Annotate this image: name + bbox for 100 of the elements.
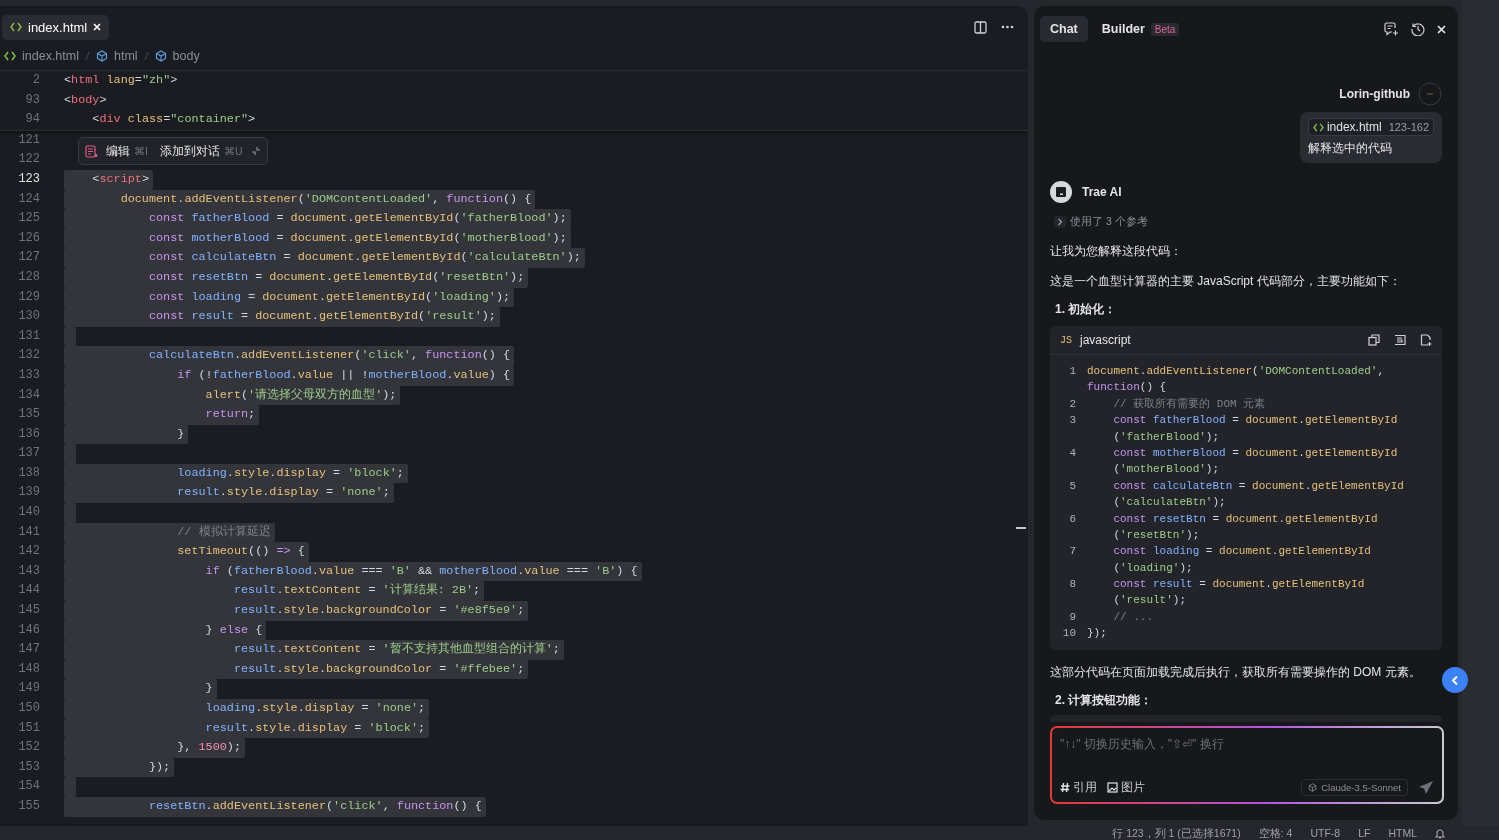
separator-icon bbox=[143, 51, 149, 61]
user-message: 解释选中的代码 bbox=[1307, 140, 1393, 157]
close-icon[interactable] bbox=[1437, 24, 1446, 34]
line-number: 132 bbox=[17, 347, 41, 365]
line-number: 126 bbox=[17, 229, 41, 247]
code-icon bbox=[10, 22, 22, 32]
code-line: ('loading'); bbox=[1112, 560, 1193, 576]
code-line: const loading = document.getElementById bbox=[1112, 544, 1371, 560]
more-icon[interactable] bbox=[1001, 25, 1014, 29]
model-selector[interactable]: Claude-3.5-Sonnet bbox=[1301, 779, 1408, 796]
code-line: const result = document.getElementById bbox=[1112, 577, 1365, 593]
split-editor-icon[interactable] bbox=[974, 20, 987, 34]
line-number: 131 bbox=[17, 327, 41, 345]
line-number: 4 bbox=[1068, 445, 1077, 461]
line-number: 124 bbox=[17, 190, 41, 208]
line-number: 140 bbox=[17, 504, 41, 522]
line-number: 139 bbox=[17, 484, 41, 502]
line-number: 135 bbox=[17, 406, 41, 424]
message-paragraph: 让我为您解释这段代码： bbox=[1050, 243, 1183, 259]
code-line: ('fatherBlood'); bbox=[1112, 429, 1220, 445]
line-number: 138 bbox=[17, 464, 41, 482]
copy-icon[interactable] bbox=[1368, 334, 1380, 346]
message-paragraph: 这是一个血型计算器的主要 JavaScript 代码部分，主要功能如下： bbox=[1050, 273, 1402, 289]
hash-icon bbox=[1060, 782, 1070, 793]
breadcrumb-item[interactable]: body bbox=[172, 49, 200, 63]
line-number: 149 bbox=[17, 680, 41, 698]
separator-icon bbox=[85, 51, 90, 61]
line-number: 6 bbox=[1068, 511, 1077, 527]
code-line: }); bbox=[1087, 626, 1107, 642]
popup-action-button[interactable]: 添加到对话 ⌘U bbox=[155, 142, 247, 160]
code-icon bbox=[4, 51, 16, 61]
line-number: 94 bbox=[24, 111, 41, 129]
chat-tab[interactable]: Builder Beta bbox=[1091, 16, 1190, 42]
editor-tab[interactable]: index.html bbox=[2, 14, 110, 40]
line-number: 145 bbox=[17, 602, 41, 620]
line-number: 151 bbox=[17, 719, 41, 737]
line-number: 148 bbox=[17, 660, 41, 678]
breadcrumb-item[interactable]: index.html bbox=[22, 49, 79, 63]
popup-action-button[interactable]: 编辑 ⌘I bbox=[102, 142, 152, 160]
section-heading: 2. 计算按钮功能： bbox=[1054, 691, 1154, 709]
line-number: 130 bbox=[17, 308, 41, 326]
chat-tab[interactable]: Chat bbox=[1040, 16, 1088, 42]
status-item[interactable]: UTF-8 bbox=[1310, 826, 1341, 840]
code-line: ('motherBlood'); bbox=[1112, 462, 1220, 478]
code-line: const resetBtn = document.getElementById bbox=[1112, 511, 1378, 527]
file-reference-chip[interactable]: index.html 123-162 bbox=[1307, 118, 1434, 136]
message-paragraph: 这部分代码在页面加载完成后执行，获取所有需要操作的 DOM 元素。 bbox=[1050, 663, 1422, 680]
code-line: ('resetBtn'); bbox=[1112, 527, 1200, 543]
references-toggle[interactable]: 使用了 3 个参考 bbox=[1050, 215, 1152, 229]
section-heading: 1. 初始化： bbox=[1054, 301, 1118, 318]
code-line: // 获取所有需要的 DOM 元素 bbox=[1112, 396, 1266, 412]
image-button[interactable]: 图片 bbox=[1107, 779, 1145, 796]
avatar bbox=[1418, 82, 1442, 106]
code-line: function() { bbox=[1087, 380, 1167, 396]
breadcrumb-item[interactable]: html bbox=[114, 49, 138, 63]
line-number: 123 bbox=[17, 170, 41, 188]
status-item[interactable]: HTML bbox=[1388, 826, 1417, 840]
bell-icon[interactable] bbox=[1435, 828, 1445, 839]
chevron-left-icon bbox=[1451, 674, 1459, 686]
send-icon[interactable] bbox=[1418, 780, 1434, 795]
line-number: 133 bbox=[17, 366, 41, 384]
line-number: 147 bbox=[17, 641, 41, 659]
line-number: 1 bbox=[1068, 364, 1077, 379]
line-number: 153 bbox=[17, 758, 41, 776]
code-line: ('result'); bbox=[1112, 593, 1187, 609]
code-line: const fatherBlood = document.getElementById bbox=[1112, 413, 1398, 429]
line-number: 3 bbox=[1068, 413, 1077, 429]
assistant-avatar bbox=[1050, 181, 1072, 203]
new-file-icon[interactable] bbox=[1420, 334, 1432, 346]
beta-badge: Beta bbox=[1150, 22, 1180, 36]
line-number: 7 bbox=[1068, 544, 1077, 560]
scrollbar-marker bbox=[1016, 527, 1026, 529]
line-number: 141 bbox=[17, 523, 41, 541]
line-number: 5 bbox=[1068, 478, 1077, 494]
code-line: // ... bbox=[1112, 609, 1153, 625]
line-number: 121 bbox=[17, 131, 41, 149]
cube-icon bbox=[1308, 783, 1318, 792]
line-number: 146 bbox=[17, 621, 41, 639]
insert-icon[interactable] bbox=[1394, 334, 1406, 346]
new-chat-icon[interactable] bbox=[1384, 22, 1399, 36]
line-number: 129 bbox=[17, 288, 41, 306]
message-field[interactable]: "↑↓" 切换历史输入，"⇧⏎" 换行 bbox=[1060, 734, 1434, 779]
status-item[interactable]: 空格: 4 bbox=[1258, 826, 1293, 840]
assistant-name: Trae AI bbox=[1082, 185, 1122, 199]
code-line: const calculateBtn = document.getElementById bbox=[1112, 478, 1404, 494]
line-number: 154 bbox=[17, 778, 41, 796]
line-number: 9 bbox=[1068, 609, 1077, 625]
history-icon[interactable] bbox=[1411, 22, 1425, 36]
collapse-icon[interactable] bbox=[250, 146, 261, 156]
line-number: 2 bbox=[1068, 396, 1077, 412]
code-icon bbox=[1312, 122, 1324, 132]
edit-icon bbox=[85, 144, 98, 158]
line-number: 137 bbox=[17, 445, 41, 463]
line-number: 125 bbox=[17, 210, 41, 228]
code-line: <div class="container"> bbox=[91, 111, 256, 129]
line-number: 127 bbox=[17, 249, 41, 267]
line-number: 93 bbox=[24, 91, 41, 109]
status-item[interactable]: 行 123，列 1 (已选择1671) bbox=[1112, 826, 1241, 840]
status-item[interactable]: LF bbox=[1358, 826, 1371, 840]
reference-button[interactable]: 引用 bbox=[1060, 779, 1097, 796]
